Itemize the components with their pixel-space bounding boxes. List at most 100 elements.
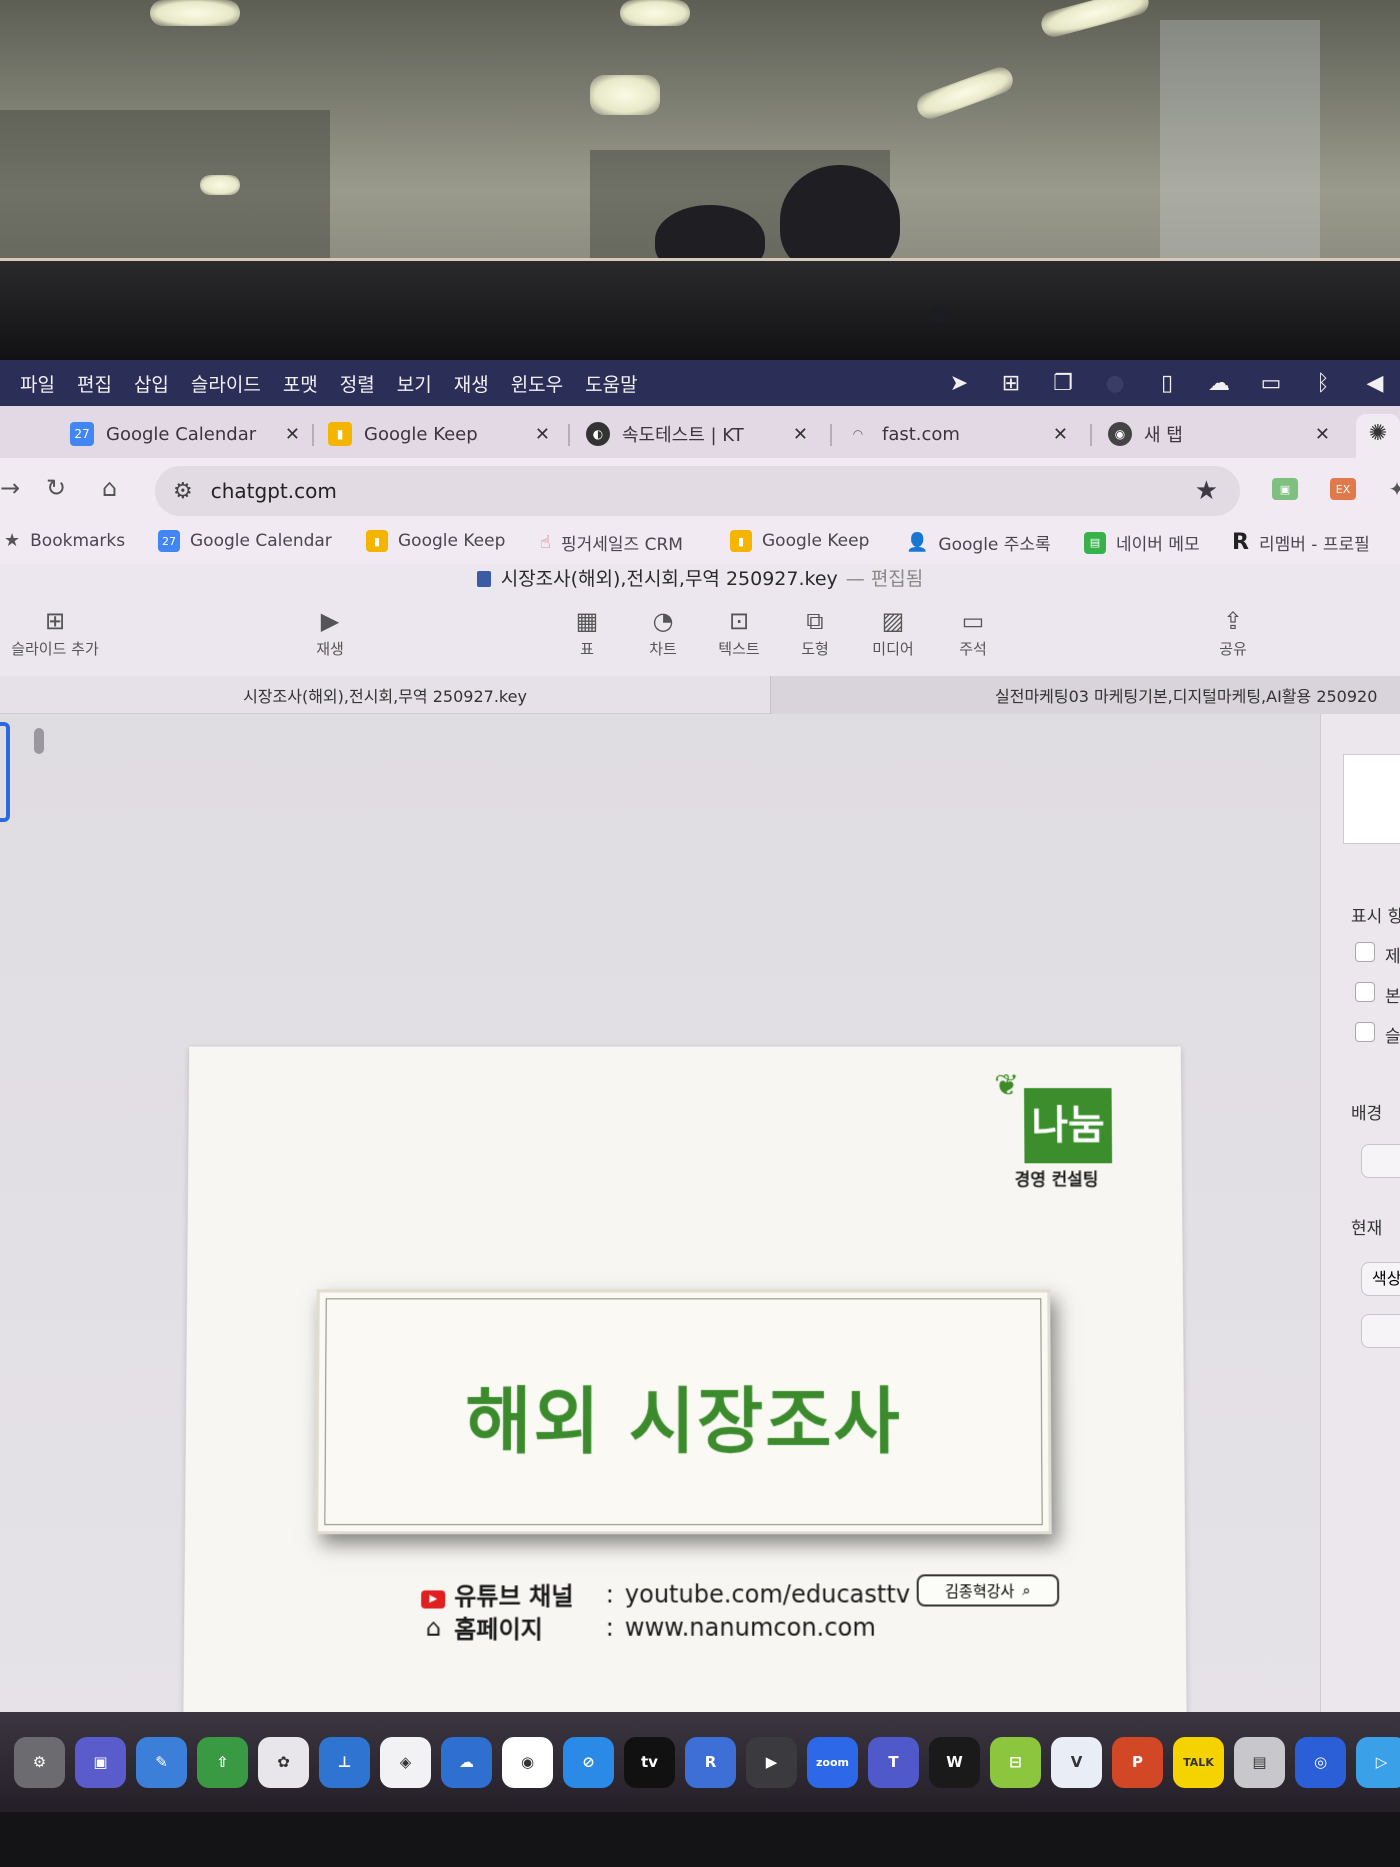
menu-file[interactable]: 파일 <box>20 370 55 397</box>
tab-fast-com[interactable]: ◠ fast.com ✕ <box>836 414 1068 454</box>
comment-icon: ▭ <box>928 604 1018 638</box>
layout-thumbnail[interactable] <box>1343 754 1400 844</box>
kakaotalk-icon[interactable]: TALK <box>1173 1737 1224 1788</box>
chrome-icon[interactable]: ◉ <box>502 1737 553 1788</box>
system-settings-icon[interactable]: ⚙ <box>14 1737 65 1788</box>
podcast-icon[interactable]: ◎ <box>1295 1737 1346 1788</box>
doc-tab-market-research[interactable]: 시장조사(해외),전시회,무역 250927.key <box>0 676 770 714</box>
slide-number-checkbox[interactable] <box>1355 1022 1375 1042</box>
menu-arrange[interactable]: 정렬 <box>340 370 375 397</box>
menu-edit[interactable]: 편집 <box>77 370 112 397</box>
photos-icon[interactable]: ✿ <box>258 1737 309 1788</box>
slide-title[interactable]: 해외 시장조사 <box>319 1362 1049 1467</box>
tab-google-keep[interactable]: ▮ Google Keep ✕ <box>318 414 550 454</box>
puzzle-extension-icon[interactable]: ✦ <box>1384 478 1400 500</box>
vrew-icon[interactable]: V <box>1051 1737 1102 1788</box>
play-icon[interactable]: ▷ <box>1356 1737 1400 1788</box>
onedrive-icon[interactable]: ☁ <box>441 1737 492 1788</box>
address-bar[interactable]: ⚙ chatgpt.com ★ <box>155 466 1240 516</box>
tab-label: Google Calendar <box>106 424 256 445</box>
color-field[interactable]: 색상 <box>1361 1262 1400 1296</box>
close-icon[interactable]: ✕ <box>1315 424 1330 445</box>
menu-window[interactable]: 윈도우 <box>511 370 563 397</box>
bookmark-google-keep-2[interactable]: ▮ Google Keep <box>730 530 869 552</box>
reload-icon[interactable]: ↻ <box>46 474 66 502</box>
title-frame[interactable]: 해외 시장조사 <box>315 1289 1052 1534</box>
slide-navigator-selection[interactable] <box>0 722 10 822</box>
site-settings-icon[interactable]: ⚙ <box>173 479 193 504</box>
pen-icon[interactable]: ✎ <box>136 1737 187 1788</box>
extra-field[interactable] <box>1361 1314 1400 1348</box>
bookmark-remember[interactable]: R 리멤버 - 프로필 <box>1232 530 1370 555</box>
cloud-icon[interactable]: ☁ <box>1204 371 1234 396</box>
youtube-url[interactable]: youtube.com/educasttv <box>625 1580 910 1608</box>
shape-button[interactable]: ⧉ 도형 <box>770 604 860 659</box>
play-button[interactable]: ▶ 재생 <box>285 604 375 659</box>
logo-mark: 나눔 <box>1024 1088 1112 1163</box>
safari-icon[interactable]: ⊘ <box>563 1737 614 1788</box>
close-icon[interactable]: ✕ <box>1053 424 1068 445</box>
cursor-icon[interactable]: ➤ <box>944 371 974 396</box>
bookmark-bookmarks[interactable]: ★ Bookmarks <box>4 530 125 551</box>
stack-icon[interactable]: ❐ <box>1048 371 1078 396</box>
close-icon[interactable]: ✕ <box>285 424 300 445</box>
home-icon[interactable]: ⌂ <box>102 474 117 502</box>
comment-button[interactable]: ▭ 주석 <box>928 604 1018 659</box>
dot-icon[interactable]: ● <box>1100 371 1130 396</box>
forward-icon[interactable]: → <box>0 474 20 502</box>
bluetooth-icon[interactable]: ᛒ <box>1308 371 1338 396</box>
volume-icon[interactable]: ◀ <box>1360 371 1390 396</box>
media-button[interactable]: ▨ 미디어 <box>848 604 938 659</box>
body-checkbox[interactable] <box>1355 982 1375 1002</box>
close-icon[interactable]: ✕ <box>535 424 550 445</box>
share-button[interactable]: ⇪ 공유 <box>1188 604 1278 659</box>
note-icon[interactable]: ▯ <box>1152 371 1182 396</box>
appletv-icon[interactable]: tv <box>624 1737 675 1788</box>
ex-extension-icon[interactable]: EX <box>1330 478 1356 500</box>
zoom-icon[interactable]: zoom <box>807 1737 858 1788</box>
menu-insert[interactable]: 삽입 <box>134 370 169 397</box>
doc-tab-marketing[interactable]: 실전마케팅03 마케팅기본,디지털마케팅,AI활용 250920 <box>770 676 1400 714</box>
menu-slide[interactable]: 슬라이드 <box>191 370 261 397</box>
scroll-handle[interactable] <box>34 728 44 754</box>
bookmark-google-calendar[interactable]: 27 Google Calendar <box>158 530 332 552</box>
close-icon[interactable]: ✕ <box>793 424 808 445</box>
bookmark-finger-sales-crm[interactable]: ☝ 핑거세일즈 CRM <box>540 530 683 555</box>
add-slide-button[interactable]: ⊞ 슬라이드 추가 <box>10 604 100 659</box>
powerpoint-icon[interactable]: P <box>1112 1737 1163 1788</box>
tab-label: Google Keep <box>364 424 478 445</box>
background-label: 배경 <box>1351 1099 1382 1124</box>
slide[interactable]: ❦ 나눔 경영 컨설팅 해외 시장조사 ▶ 유튜브 채널 : youtube.c… <box>183 1047 1188 1792</box>
card-icon[interactable]: ▤ <box>1234 1737 1285 1788</box>
tab-google-calendar[interactable]: 27 Google Calendar ✕ <box>60 414 300 454</box>
share-icon[interactable]: ⇧ <box>197 1737 248 1788</box>
keynote-icon[interactable]: ⊥ <box>319 1737 370 1788</box>
chatgpt-tab-icon[interactable]: ✺ <box>1356 414 1400 458</box>
menu-format[interactable]: 포맷 <box>283 370 318 397</box>
display-icon[interactable]: ▭ <box>1256 371 1286 396</box>
menu-help[interactable]: 도움말 <box>585 370 637 397</box>
remember-icon[interactable]: R <box>685 1737 736 1788</box>
menu-play[interactable]: 재생 <box>454 370 489 397</box>
bookmark-google-contacts[interactable]: 👤 Google 주소록 <box>906 530 1051 555</box>
bookmark-star-icon[interactable]: ★ <box>1195 476 1218 506</box>
background-fill-field[interactable] <box>1361 1144 1400 1178</box>
homepage-url[interactable]: www.nanumcon.com <box>625 1613 876 1641</box>
imovie-icon[interactable]: ▶ <box>746 1737 797 1788</box>
title-checkbox[interactable] <box>1355 942 1375 962</box>
bookmark-naver-memo[interactable]: ▤ 네이버 메모 <box>1084 530 1200 555</box>
tab-new-tab[interactable]: ◉ 새 탭 ✕ <box>1098 414 1330 454</box>
screen-extension-icon[interactable]: ▣ <box>1272 478 1298 500</box>
tab-speedtest-kt[interactable]: ◐ 속도테스트 | KT ✕ <box>576 414 808 454</box>
instructor-search-pill[interactable]: 김종혁강사 ⌕ <box>917 1574 1060 1606</box>
teams-icon[interactable]: T <box>868 1737 919 1788</box>
menu-view[interactable]: 보기 <box>397 370 432 397</box>
mirror-icon[interactable]: ▣ <box>75 1737 126 1788</box>
webex-icon[interactable]: W <box>929 1737 980 1788</box>
bookmark-google-keep[interactable]: ▮ Google Keep <box>366 530 505 552</box>
grid-icon[interactable]: ⊞ <box>996 371 1026 396</box>
diamond-icon[interactable]: ◈ <box>380 1737 431 1788</box>
keynote-doc-icon <box>477 571 491 587</box>
drive-icon[interactable]: ⊟ <box>990 1737 1041 1788</box>
url-text[interactable]: chatgpt.com <box>211 479 337 503</box>
